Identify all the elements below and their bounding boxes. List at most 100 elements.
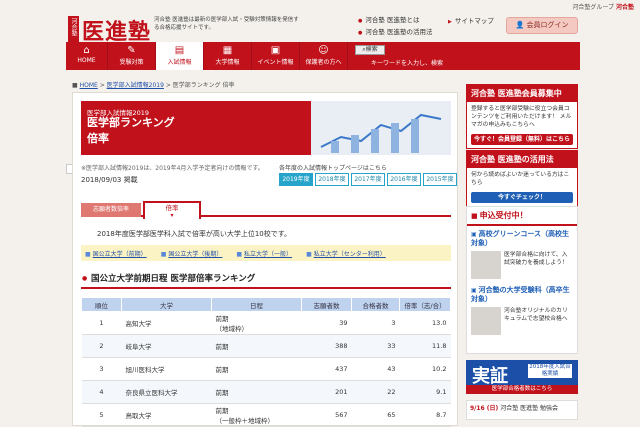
application-box: 申込受付中！ 高校グリーンコース（高校生対象） 医学部合格に向けて、入試突破力を… [466,206,578,354]
student-photo [471,251,501,279]
year-tab-2019[interactable]: 2019年度 [279,173,313,186]
table-row: 4 奈良県立医科大学 前期 201 22 9.1 [81,380,451,404]
calendar-icon: ▣ [270,45,281,56]
col-schedule: 日程 [211,297,302,312]
year-tab-2018[interactable]: 2018年度 [315,173,349,186]
filter-private-center[interactable]: 私立大学（センター利用） [306,249,386,258]
ratio-cell: 9.1 [399,380,451,404]
membership-ad-title: 河合塾 医進塾会員募集中 [467,85,577,102]
rank-cell: 1 [81,311,122,335]
schedule-cell: 前期 （一般枠＋地域枠） [211,403,302,427]
col-rank: 順位 [81,297,122,312]
ratio-cell: 13.0 [399,311,451,335]
tab-ratio[interactable]: 倍率 [143,201,201,219]
search-hint: キーワードを入力し、検索 [371,60,444,67]
passers-cell: 65 [351,403,400,427]
passers-cell: 22 [351,380,400,404]
schedule-cell: 前期 [211,334,302,358]
book-icon: ✎ [127,45,136,56]
course-link-ronin[interactable]: 河合塾の大学受験科（高卒生対象） [467,282,577,304]
table-row: 1 高知大学 前期 （地域枠） 39 3 13.0 [81,311,451,335]
rank-cell: 2 [81,334,122,358]
breadcrumb-home[interactable]: HOME [80,82,98,89]
course-link-green[interactable]: 高校グリーンコース（高校生対象） [467,226,577,248]
nav-home[interactable]: ⌂ HOME [66,42,108,70]
event-item[interactable]: 9/16 (日) 河合塾 医進塾 勉強会 [466,400,578,420]
filter-private-general[interactable]: 私立大学（一般） [236,249,292,258]
document-icon: ▤ [174,45,185,56]
ratio-cell: 11.8 [399,334,451,358]
tab-applicants[interactable]: 志願者数倍率 [81,203,141,217]
category-filters: 国公立大学（前期） 国公立大学（後期） 私立大学（一般） 私立大学（センター利用… [81,245,451,261]
site-tagline: 河合塾 医進塾は最新の医学部入試・受験対策情報を発信する合格応援サイトです。 [154,17,299,31]
howto-ad-cta[interactable]: 今すぐチェック！ [471,192,573,203]
rank-cell: 4 [81,380,122,404]
course-desc-ronin: 河合塾オリジナルのカリキュラムで志望校合格へ [504,308,568,322]
header-links: 河合塾 医進塾とは 河合塾 医進塾の活用法 [358,15,432,39]
logo-small: 河合塾 [68,16,79,44]
sitemap-link[interactable]: サイトマップ [448,15,494,25]
membership-ad[interactable]: 河合塾 医進塾会員募集中 登録すると医学部受験に役立つ会員コンテンツをご利用いた… [466,84,578,149]
membership-ad-cta[interactable]: 今すぐ！会員登録（無料）はこちら [471,134,573,145]
results-banner[interactable]: 実証 2018年度入試合格実績 医学部合格者数はこちら [466,360,578,394]
results-banner-cta[interactable]: 医学部合格者数はこちら [466,385,578,394]
membership-ad-body: 登録すると医学部受験に役立つ会員コンテンツをご利用いただけます！ メルマガの申込… [471,106,572,128]
howto-ad-title: 河合塾 医進塾の活用法 [467,151,577,168]
nav-univ-info[interactable]: ▦ 大学情報 [204,42,252,70]
application-box-title: 申込受付中！ [467,207,577,226]
rank-cell: 3 [81,357,122,381]
header-link-howto[interactable]: 河合塾 医進塾の活用法 [358,27,432,39]
family-icon: ☺ [318,45,329,56]
section-title: 国公立大学前期日程 医学部倍率ランキング [81,271,451,289]
year-tab-2017[interactable]: 2017年度 [351,173,385,186]
nav-exam-info[interactable]: ▤ 入試情報 [156,42,204,70]
applicants-cell: 437 [301,357,352,381]
passers-cell: 3 [351,311,400,335]
banner-chart-image [311,101,451,155]
applicants-cell: 567 [301,403,352,427]
year-tab-2016[interactable]: 2016年度 [387,173,421,186]
nav-events[interactable]: ▣ イベント情報 [252,42,300,70]
breadcrumb-exam-info[interactable]: 医学部入試情報2019 [107,82,164,89]
filter-national-late[interactable]: 国公立大学（後期） [161,249,222,258]
main-nav: ⌂ HOME ✎ 受験対策 ▤ 入試情報 ▦ 大学情報 ▣ イベント情報 ☺ 保護者の方へ … [66,42,580,174]
applicants-cell: 39 [301,311,352,335]
applicants-cell: 388 [301,334,352,358]
howto-ad[interactable]: 河合塾 医進塾の活用法 何から読めばよいか迷っている方はこちら 今すぐチェック！ [466,150,578,207]
year-tab-2015[interactable]: 2015年度 [423,173,457,186]
rank-cell: 5 [81,403,122,427]
table-row: 2 岐阜大学 前期 388 33 11.8 [81,334,451,358]
search-button[interactable]: ⌕検索 [355,45,385,55]
group-label: 河合塾グループ 河合塾 [572,4,634,11]
year-selector: 2019年度 2018年度 2017年度 2016年度 2015年度 [279,173,459,186]
university-cell: 奈良県立医科大学 [121,380,212,404]
schedule-cell: 前期 （地域枠） [211,311,302,335]
nav-parents[interactable]: ☺ 保護者の方へ [300,42,348,70]
table-header-row: 順位 大学 日程 志願者数 合格者数 倍率（志/合） [81,297,451,312]
schedule-cell: 前期 [211,380,302,404]
course-desc-green: 医学部合格に向けて、入試突破力を養成しよう！ [504,252,568,266]
page-banner: 医学部入試情報2019 医学部ランキング 倍率 [81,101,451,155]
search-area: ⌕検索 キーワードを入力し、検索 [66,42,580,174]
table-row: 5 鳥取大学 前期 （一般枠＋地域枠） 567 65 8.7 [81,403,451,427]
user-icon: 👤 [515,21,525,29]
nav-exam-prep[interactable]: ✎ 受験対策 [108,42,156,70]
university-cell: 旭川医科大学 [121,357,212,381]
results-banner-sub: 2018年度入試合格実績 [528,364,572,378]
school-icon: ▦ [222,45,233,56]
filter-national-early[interactable]: 国公立大学（前期） [85,249,147,258]
table-row: 3 旭川医科大学 前期 437 43 10.2 [81,357,451,381]
schedule-cell: 前期 [211,357,302,381]
event-title: 河合塾 医進塾 勉強会 [500,405,559,412]
university-cell: 鳥取大学 [121,403,212,427]
student-photo [471,307,501,335]
page-title-sub: 倍率 [87,132,109,145]
header-link-about[interactable]: 河合塾 医進塾とは [358,15,432,27]
publish-date: 2018/09/03 掲載 [81,176,138,184]
year-top-link[interactable]: 各年度の入試情報トップページはこちら [279,163,387,172]
university-cell: 岐阜大学 [121,334,212,358]
ratio-cell: 8.7 [399,403,451,427]
home-icon: ■ [72,82,78,89]
col-passers: 合格者数 [351,297,400,312]
login-button[interactable]: 👤 会員ログイン [506,17,578,34]
